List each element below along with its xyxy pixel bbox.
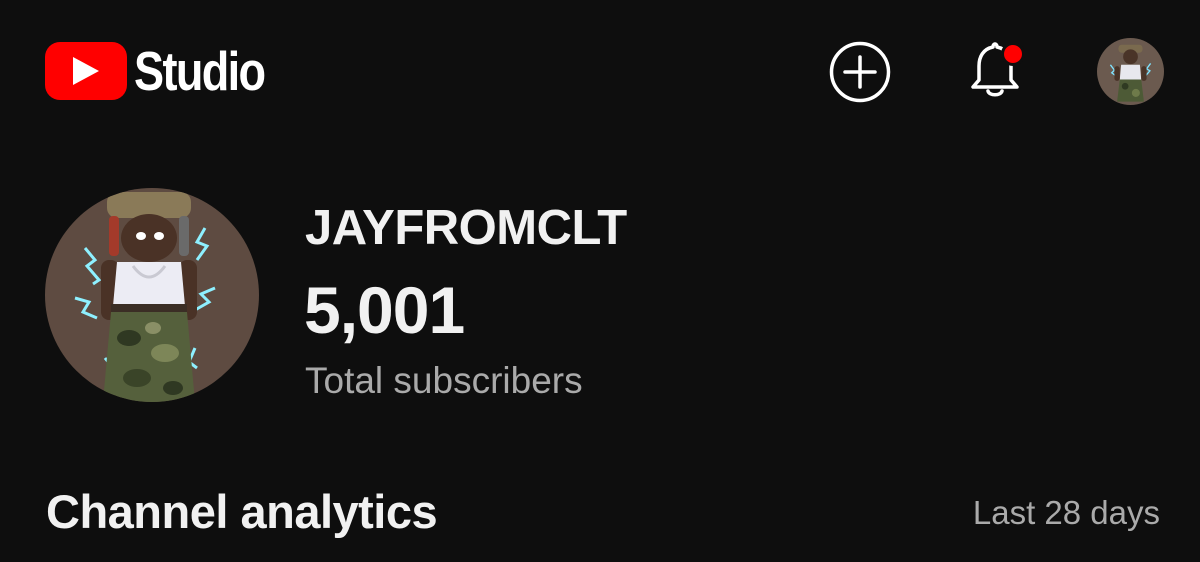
channel-analytics-title: Channel analytics	[46, 485, 438, 538]
avatar-illustration	[1097, 38, 1164, 105]
subscriber-label: Total subscribers	[305, 360, 583, 401]
analytics-period[interactable]: Last 28 days	[973, 494, 1160, 532]
account-avatar[interactable]	[1097, 38, 1164, 105]
notifications-button[interactable]	[962, 36, 1028, 102]
channel-avatar-illustration	[45, 188, 259, 402]
create-button[interactable]	[828, 40, 892, 104]
studio-dashboard: Studio JAYFROMCLT 5,001 Total subscriber…	[0, 0, 1200, 562]
channel-avatar[interactable]	[45, 188, 259, 402]
youtube-play-icon	[45, 42, 127, 100]
studio-logo[interactable]: Studio	[45, 42, 293, 100]
app-name: Studio	[134, 39, 266, 102]
notification-badge	[1001, 42, 1025, 66]
channel-name: JAYFROMCLT	[305, 201, 627, 255]
subscriber-count: 5,001	[304, 273, 465, 347]
plus-circle-icon	[829, 41, 891, 103]
